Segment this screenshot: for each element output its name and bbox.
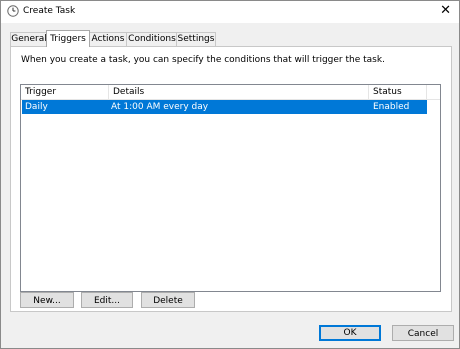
tab-actions[interactable]: Actions bbox=[88, 32, 128, 46]
column-header-trigger[interactable]: Trigger bbox=[21, 85, 109, 99]
triggers-panel: When you create a task, you can specify … bbox=[10, 46, 452, 312]
column-header-status[interactable]: Status bbox=[369, 85, 427, 99]
tab-conditions[interactable]: Conditions bbox=[126, 32, 178, 46]
cell-trigger: Daily bbox=[25, 102, 48, 112]
delete-trigger-button[interactable]: Delete bbox=[141, 292, 195, 308]
new-trigger-button[interactable]: New... bbox=[20, 292, 74, 308]
cancel-button[interactable]: Cancel bbox=[392, 325, 454, 341]
ok-button[interactable]: OK bbox=[319, 325, 381, 341]
title-bar: Create Task ✕ bbox=[1, 1, 459, 23]
create-task-window: Create Task ✕ General Triggers Actions C… bbox=[0, 0, 460, 349]
triggers-list[interactable]: Trigger Details Status Daily At 1:00 AM … bbox=[20, 84, 441, 292]
triggers-description: When you create a task, you can specify … bbox=[21, 55, 385, 65]
close-icon[interactable]: ✕ bbox=[440, 3, 451, 19]
task-scheduler-clock-icon bbox=[7, 5, 19, 17]
window-title: Create Task bbox=[23, 6, 76, 16]
cell-details: At 1:00 AM every day bbox=[111, 102, 209, 112]
tab-general[interactable]: General bbox=[10, 32, 48, 46]
edit-trigger-button[interactable]: Edit... bbox=[81, 292, 133, 308]
list-header: Trigger Details Status bbox=[21, 85, 440, 100]
column-header-details[interactable]: Details bbox=[109, 85, 369, 99]
tab-settings[interactable]: Settings bbox=[176, 32, 216, 46]
tab-triggers[interactable]: Triggers bbox=[46, 30, 90, 47]
cell-status: Enabled bbox=[373, 102, 410, 112]
table-row[interactable]: Daily At 1:00 AM every day Enabled bbox=[22, 100, 427, 114]
